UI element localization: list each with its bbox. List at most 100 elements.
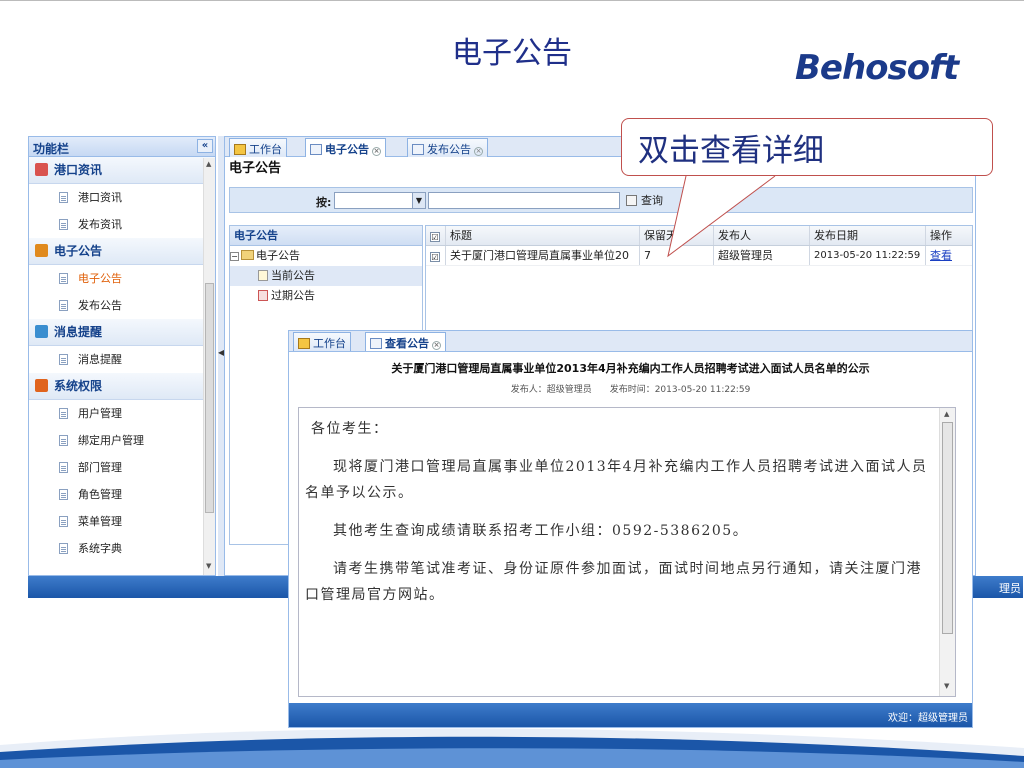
notice-content: 各位考生： 现将厦门港口管理局直属事业单位2013年4月补充编内工作人员招聘考试…	[298, 407, 956, 697]
sidebar-item-publish-notice[interactable]: 发布公告	[29, 292, 215, 319]
collapse-sidebar-button[interactable]: «	[197, 139, 213, 153]
sidebar-item-port-news[interactable]: 港口资讯	[29, 184, 215, 211]
sidebar-item-label: 系统字典	[78, 542, 122, 555]
sidebar-item-publish-news[interactable]: 发布资讯	[29, 211, 215, 238]
sidebar-item-notices[interactable]: 电子公告	[29, 265, 215, 292]
decorative-wave	[0, 728, 1024, 768]
content-scroll-thumb[interactable]	[942, 422, 953, 634]
cell-publisher: 超级管理员	[714, 246, 810, 265]
sidebar-group-label: 系统权限	[54, 379, 103, 393]
sidebar-item-bind-user[interactable]: 绑定用户管理	[29, 427, 215, 454]
sidebar-header: 功能栏 «	[29, 137, 215, 157]
tree-node-label: 过期公告	[271, 289, 315, 302]
notice-paragraph: 请考生携带笔试准考证、身份证原件参加面试，面试时间地点另行通知，请关注厦门港口管…	[305, 561, 922, 603]
tab-label: 发布公告	[427, 143, 471, 156]
dialog-tab-view-notice[interactable]: 查看公告 ×	[365, 332, 446, 351]
scroll-up-icon[interactable]: ▲	[206, 160, 211, 168]
content-scrollbar[interactable]: ▲ ▼	[939, 408, 955, 696]
grid-header: ☑ 标题 保留天数 发布人 发布日期 操作	[426, 226, 972, 246]
cell-date: 2013-05-20 11:22:59	[810, 246, 926, 265]
chevron-down-icon[interactable]: ▼	[412, 193, 425, 208]
scroll-down-icon[interactable]: ▼	[206, 562, 211, 570]
scroll-up-icon[interactable]: ▲	[944, 410, 949, 418]
list-icon	[310, 144, 322, 155]
sidebar-item-roles[interactable]: 角色管理	[29, 481, 215, 508]
document-icon	[59, 462, 68, 473]
document-icon	[59, 516, 68, 527]
sidebar-item-label: 用户管理	[78, 407, 122, 420]
sidebar-group-reminders[interactable]: 消息提醒	[29, 319, 215, 346]
top-divider	[0, 0, 1024, 1]
sidebar-item-reminders[interactable]: 消息提醒	[29, 346, 215, 373]
document-icon	[59, 435, 68, 446]
sidebar-item-dictionary[interactable]: 系统字典	[29, 535, 215, 562]
tab-notices[interactable]: 电子公告 ×	[305, 138, 386, 157]
close-icon[interactable]: ×	[372, 147, 381, 156]
close-icon[interactable]: ×	[474, 147, 483, 156]
home-icon	[298, 338, 310, 349]
query-label: 按:	[316, 196, 332, 209]
notice-detail-window: 工作台 查看公告 × 关于厦门港口管理局直属事业单位2013年4月补充编内工作人员…	[288, 330, 973, 728]
query-field-select[interactable]: ▼	[334, 192, 426, 209]
sidebar-group-permissions[interactable]: 系统权限	[29, 373, 215, 400]
column-title[interactable]: 标题	[446, 226, 640, 245]
tree-node-expired[interactable]: 过期公告	[230, 286, 422, 306]
table-row[interactable]: ☑ 关于厦门港口管理局直属事业单位20 7 超级管理员 2013-05-20 1…	[426, 246, 972, 266]
tree-root[interactable]: − 电子公告	[230, 246, 422, 266]
query-button[interactable]: 查询	[626, 192, 663, 208]
callout-text: 双击查看详细	[638, 133, 824, 169]
column-publisher[interactable]: 发布人	[714, 226, 810, 245]
query-input[interactable]	[428, 192, 620, 209]
close-icon[interactable]: ×	[432, 341, 441, 350]
sidebar-group-label: 消息提醒	[54, 325, 103, 339]
dialog-tabbar: 工作台 查看公告 ×	[289, 331, 972, 352]
select-all-checkbox[interactable]: ☑	[426, 226, 446, 245]
tab-label: 查看公告	[385, 337, 429, 350]
tab-publish-notice[interactable]: 发布公告 ×	[407, 138, 488, 157]
sidebar-group-notices[interactable]: 电子公告	[29, 238, 215, 265]
sidebar-item-user-management[interactable]: 用户管理	[29, 400, 215, 427]
folder-icon	[241, 250, 254, 260]
sidebar-scrollbar[interactable]: ▲ ▼	[203, 158, 215, 575]
document-icon	[59, 543, 68, 554]
sidebar-group-label: 港口资讯	[54, 163, 103, 177]
view-link-label[interactable]: 查看	[930, 249, 952, 262]
document-icon	[59, 408, 68, 419]
sidebar-item-label: 电子公告	[78, 272, 122, 285]
message-icon	[35, 325, 48, 338]
document-icon	[59, 354, 68, 365]
notice-icon	[35, 244, 48, 257]
sidebar-group-port-news[interactable]: 港口资讯	[29, 157, 215, 184]
tab-workbench[interactable]: 工作台	[229, 138, 287, 157]
checkbox-glyph: ☑	[430, 232, 440, 242]
notice-meta: 发布人：超级管理员 发布时间：2013-05-20 11:22:59	[510, 385, 751, 395]
collapse-node-icon[interactable]: −	[230, 252, 239, 261]
document-icon	[59, 192, 68, 203]
query-bar: 按: ▼ 查询	[229, 187, 973, 213]
sidebar-item-departments[interactable]: 部门管理	[29, 454, 215, 481]
slide: 电子公告 Behosoft 功能栏 « 港口资讯 港口资讯 发布资讯 电子公告 …	[0, 0, 1024, 768]
scroll-down-icon[interactable]: ▼	[944, 682, 949, 690]
permissions-icon	[35, 379, 48, 392]
row-checkbox[interactable]: ☑	[426, 246, 446, 265]
expired-notice-icon	[258, 290, 268, 301]
sidebar-scroll-thumb[interactable]	[205, 283, 214, 513]
column-date[interactable]: 发布日期	[810, 226, 926, 245]
sidebar-item-label: 消息提醒	[78, 353, 122, 366]
behosoft-logo: Behosoft	[795, 48, 959, 88]
callout-box: 双击查看详细	[621, 118, 993, 176]
column-days[interactable]: 保留天数	[640, 226, 714, 245]
cell-days: 7	[640, 246, 714, 265]
notice-title: 关于厦门港口管理局直属事业单位2013年4月补充编内工作人员招聘考试进入面试人员…	[391, 362, 870, 375]
view-link[interactable]: 查看	[926, 246, 972, 265]
sidebar-item-label: 发布资讯	[78, 218, 122, 231]
tree-node-current[interactable]: 当前公告	[230, 266, 422, 286]
tab-label: 工作台	[313, 337, 346, 350]
notice-paragraph: 其他考生查询成绩请联系招考工作小组：0592-5386205。	[333, 523, 749, 539]
sidebar-item-label: 港口资讯	[78, 191, 122, 204]
dialog-tab-workbench[interactable]: 工作台	[293, 332, 351, 351]
tab-label: 工作台	[249, 143, 282, 156]
sidebar-item-menus[interactable]: 菜单管理	[29, 508, 215, 535]
column-action[interactable]: 操作	[926, 226, 972, 245]
sidebar-item-label: 发布公告	[78, 299, 122, 312]
